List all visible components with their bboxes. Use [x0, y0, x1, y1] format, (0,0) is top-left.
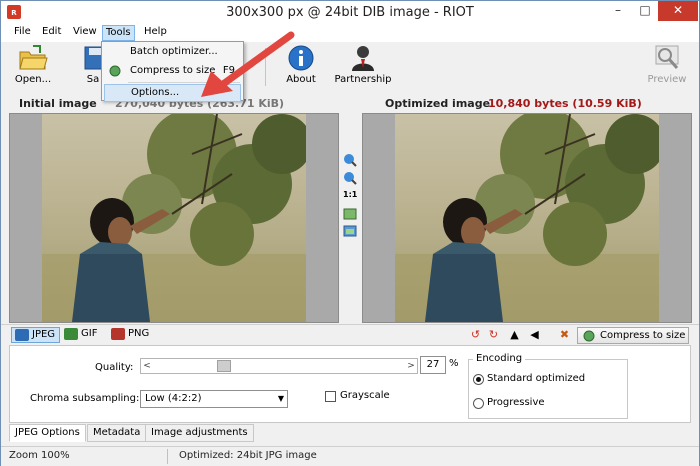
person-icon — [352, 46, 374, 71]
menu-view[interactable]: View — [70, 26, 100, 37]
menu-file[interactable]: File — [11, 26, 34, 37]
initial-photo — [42, 114, 306, 322]
tab-jpeg-options[interactable]: JPEG Options — [9, 424, 86, 442]
compare-icon[interactable] — [343, 224, 357, 238]
options-tabs: JPEG Options Metadata Image adjustments — [9, 424, 691, 443]
rotate-left-icon[interactable]: ↺ — [469, 329, 482, 342]
jpeg-settings-panel: Quality: < > 27 % Chroma subsampling: Lo… — [9, 345, 691, 423]
crop-icon[interactable]: ✖ — [558, 329, 571, 342]
encoding-progressive-label: Progressive — [487, 397, 545, 408]
quality-label: Quality: — [95, 362, 134, 373]
magnifier-icon — [655, 45, 679, 69]
encoding-standard-label: Standard optimized — [487, 373, 586, 384]
status-separator — [167, 449, 168, 464]
folder-open-icon — [19, 45, 48, 70]
encoding-group: Encoding Standard optimized Progressive — [468, 353, 628, 419]
save-label: Sa — [86, 74, 100, 85]
options-label: Options... — [131, 87, 180, 98]
status-info: Optimized: 24bit JPG image — [179, 450, 317, 461]
center-tool-strip: 1:1 — [340, 113, 360, 323]
status-zoom: Zoom 100% — [9, 450, 70, 461]
optimized-image-label: Optimized image — [385, 97, 491, 110]
save-button[interactable]: Sa — [83, 44, 103, 85]
actual-size-button[interactable]: 1:1 — [343, 190, 357, 204]
format-bar: JPEG GIF PNG ↺ ↻ ▲ ◀ ✖ Compress to size — [1, 324, 699, 344]
chevron-down-icon: ▼ — [277, 394, 284, 403]
flip-horizontal-icon[interactable]: ▲ — [508, 329, 521, 342]
grayscale-checkbox[interactable] — [325, 391, 336, 402]
minimize-button[interactable]: – — [605, 1, 631, 21]
format-gif-label: GIF — [81, 328, 98, 339]
quality-slider-thumb[interactable] — [217, 360, 232, 372]
optimized-image-panel[interactable] — [362, 113, 692, 323]
compress-icon — [583, 330, 595, 342]
chroma-subsampling-label: Chroma subsampling: — [30, 393, 140, 404]
maximize-button[interactable]: □ — [632, 1, 658, 21]
compress-to-size-label: Compress to size — [600, 330, 686, 341]
fit-image-icon[interactable] — [343, 207, 357, 221]
app-window: R 300x300 px @ 24bit DIB image - RIOT – … — [0, 0, 700, 466]
optimized-image-size: 10,840 bytes (10.59 KiB) — [488, 97, 642, 110]
format-tab-png[interactable]: PNG — [108, 327, 153, 343]
format-tab-jpeg[interactable]: JPEG — [11, 327, 61, 343]
format-png-label: PNG — [128, 328, 150, 339]
gif-format-icon — [64, 328, 78, 340]
menu-tools[interactable]: Tools — [102, 25, 135, 41]
open-label: Open... — [14, 74, 52, 85]
partnership-label: Partnership — [334, 74, 392, 85]
chroma-subsampling-value: Low (4:2:2) — [145, 393, 202, 404]
compress-to-size-button[interactable]: Compress to size — [577, 327, 689, 344]
partnership-button[interactable]: Partnership — [333, 44, 393, 85]
menu-bar: File Edit View Tools Help — [1, 24, 699, 42]
tab-metadata[interactable]: Metadata — [87, 424, 147, 442]
save-icon — [84, 46, 103, 70]
close-button[interactable]: ✕ — [658, 1, 698, 21]
zoom-in-icon[interactable] — [343, 153, 357, 167]
quality-unit: % — [449, 358, 459, 369]
slider-left-arrow-icon[interactable]: < — [141, 359, 153, 373]
jpeg-format-icon — [15, 329, 29, 341]
chroma-subsampling-select[interactable]: Low (4:2:2) ▼ — [140, 390, 288, 408]
slider-right-arrow-icon[interactable]: > — [405, 359, 417, 373]
menu-help[interactable]: Help — [141, 26, 170, 37]
png-format-icon — [111, 328, 125, 340]
grayscale-label: Grayscale — [340, 390, 390, 401]
encoding-standard-radio[interactable] — [473, 374, 484, 385]
quality-slider[interactable]: < > — [140, 358, 418, 374]
quality-value-input[interactable]: 27 — [420, 356, 446, 374]
compress-menu-icon — [109, 65, 121, 77]
annotation-arrow — [201, 31, 295, 97]
encoding-title: Encoding — [473, 353, 526, 364]
open-button[interactable]: Open... — [13, 44, 53, 85]
menu-edit[interactable]: Edit — [39, 26, 64, 37]
title-bar: R 300x300 px @ 24bit DIB image - RIOT – … — [1, 1, 699, 24]
status-bar: Zoom 100% Optimized: 24bit JPG image — [1, 446, 699, 466]
zoom-out-icon[interactable] — [343, 171, 357, 185]
flip-vertical-icon[interactable]: ◀ — [528, 329, 541, 342]
preview-label: Preview — [647, 74, 687, 85]
encoding-progressive-radio[interactable] — [473, 398, 484, 409]
rotate-right-icon[interactable]: ↻ — [487, 329, 500, 342]
initial-image-panel[interactable] — [9, 113, 339, 323]
preview-button[interactable]: Preview — [645, 44, 689, 85]
initial-image-label: Initial image — [19, 97, 97, 110]
window-title: 300x300 px @ 24bit DIB image - RIOT — [226, 5, 474, 20]
tab-image-adjustments[interactable]: Image adjustments — [145, 424, 254, 442]
format-jpeg-label: JPEG — [32, 329, 56, 340]
optimized-photo — [395, 114, 659, 322]
format-tab-gif[interactable]: GIF — [61, 327, 101, 343]
